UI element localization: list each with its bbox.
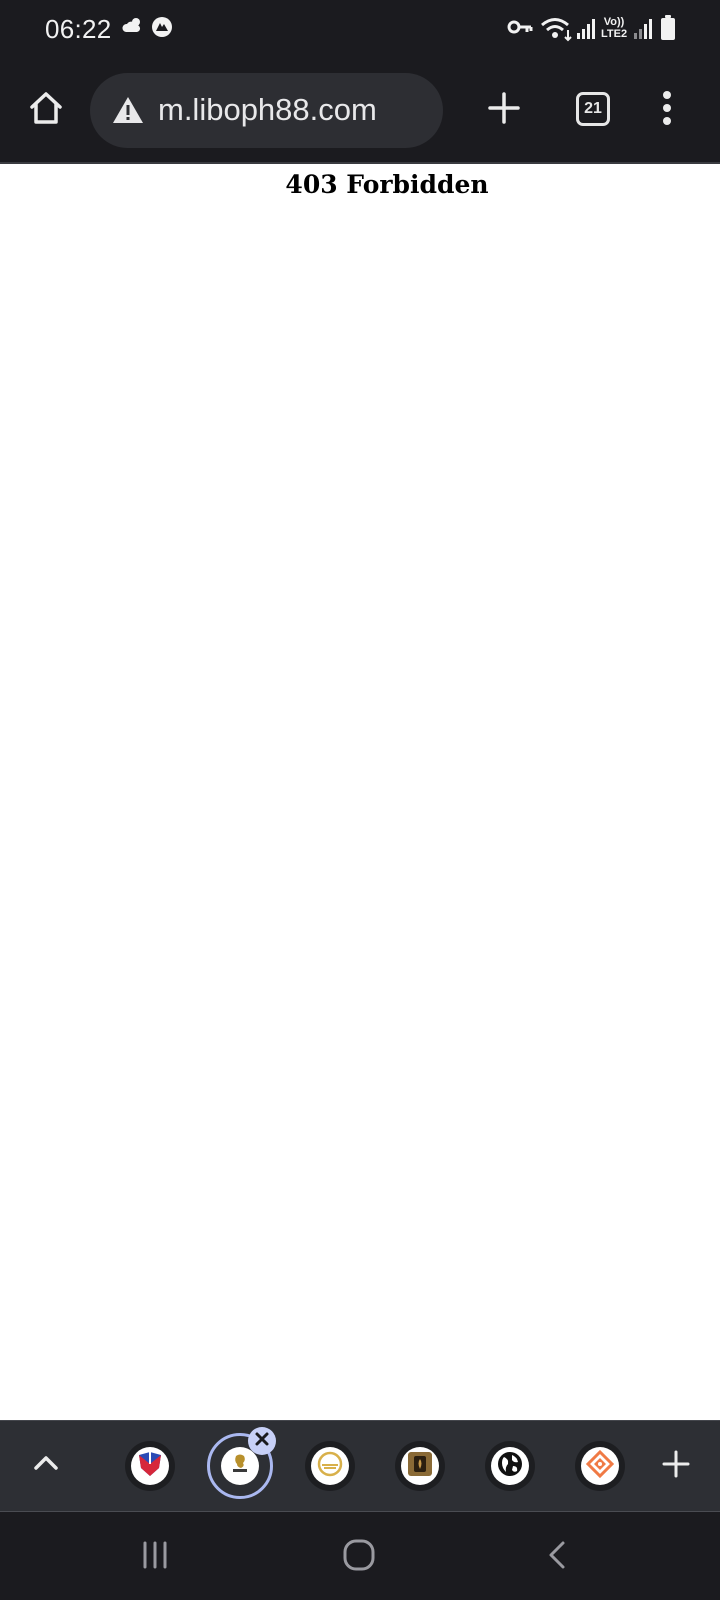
vpn-key-icon <box>507 18 533 41</box>
recent-apps-icon <box>140 1540 170 1575</box>
orange-diamond-favicon <box>585 1449 615 1484</box>
web-content: 403 Forbidden <box>0 164 720 1420</box>
tab-count: 21 <box>584 100 602 117</box>
lion-logo-favicon <box>225 1449 255 1484</box>
bronze-square-favicon <box>405 1449 435 1484</box>
signal-icon <box>576 18 596 45</box>
tab-item-3[interactable] <box>311 1447 349 1485</box>
cloud-icon <box>122 16 144 41</box>
tab-switcher-button[interactable]: 21 <box>576 92 610 126</box>
status-bar: 06:22 Vo)) LTE2 <box>0 0 720 58</box>
recent-apps-button[interactable] <box>130 1532 180 1582</box>
plus-icon <box>662 1450 690 1483</box>
volte-lte2-icon: Vo)) LTE2 <box>601 16 627 40</box>
menu-button[interactable] <box>643 86 691 134</box>
chevron-up-icon <box>33 1455 59 1476</box>
home-icon <box>28 90 64 131</box>
address-bar[interactable]: m.liboph88.com <box>90 73 443 148</box>
shield-favicon <box>136 1450 164 1483</box>
home-nav-button[interactable] <box>332 1530 386 1584</box>
gold-circle-favicon <box>315 1449 345 1484</box>
warning-icon[interactable] <box>112 95 144 130</box>
nordvpn-icon <box>151 16 173 43</box>
plus-icon <box>488 91 520 129</box>
back-button[interactable] <box>532 1532 582 1582</box>
battery-icon <box>660 15 676 46</box>
tab-strip <box>0 1420 720 1512</box>
collapse-tab-strip-button[interactable] <box>26 1445 66 1485</box>
globe-favicon <box>495 1449 525 1484</box>
close-tab-button[interactable] <box>248 1427 276 1455</box>
tab-item-1[interactable] <box>131 1447 169 1485</box>
status-time: 06:22 <box>45 14 112 44</box>
system-nav-bar <box>0 1512 720 1600</box>
home-nav-icon <box>342 1538 376 1577</box>
home-button[interactable] <box>22 86 70 134</box>
add-tab-button[interactable] <box>655 1445 697 1487</box>
close-icon <box>254 1431 270 1452</box>
signal-icon-2 <box>633 18 653 45</box>
tab-item-5[interactable] <box>491 1447 529 1485</box>
back-icon <box>546 1540 568 1575</box>
more-vert-icon <box>662 90 672 130</box>
browser-toolbar: m.liboph88.com 21 <box>0 58 720 164</box>
wifi-icon <box>540 16 574 47</box>
volte-label: Vo)) <box>603 16 625 28</box>
page-heading: 403 Forbidden <box>285 170 489 199</box>
url-text[interactable]: m.liboph88.com <box>158 91 377 129</box>
lte-label: LTE2 <box>601 28 628 40</box>
new-tab-button[interactable] <box>480 86 528 134</box>
tab-item-4[interactable] <box>401 1447 439 1485</box>
phone-screen: 06:22 Vo)) LTE2 m.liboph88.com 21 403 Fo… <box>0 0 720 1600</box>
tab-item-6[interactable] <box>581 1447 619 1485</box>
